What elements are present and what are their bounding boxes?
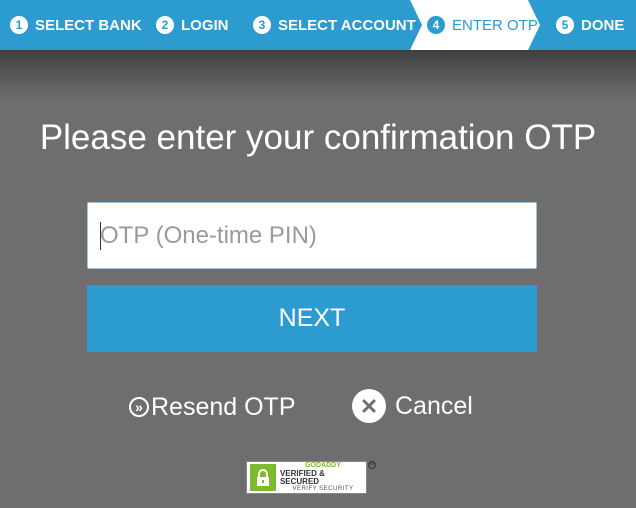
resend-otp-label: Resend OTP xyxy=(151,392,296,421)
step-select-account: 3 SELECT ACCOUNT xyxy=(253,0,416,50)
badge-line3: VERIFY SECURITY xyxy=(292,486,354,493)
step-number: 1 xyxy=(10,16,28,34)
step-select-bank: 1 SELECT BANK xyxy=(10,0,142,50)
step-done: 5 DONE xyxy=(556,0,624,50)
step-label: LOGIN xyxy=(181,16,229,34)
step-number: 2 xyxy=(156,16,174,34)
badge-line2: VERIFIED & SECURED xyxy=(279,468,325,487)
text-caret xyxy=(100,222,101,250)
step-enter-otp: 4 ENTER OTP xyxy=(427,0,538,50)
double-chevron-right-circle-icon: » xyxy=(129,397,149,417)
step-login: 2 LOGIN xyxy=(156,0,229,50)
next-button[interactable]: NEXT xyxy=(87,285,537,352)
cancel-link[interactable]: Cancel xyxy=(352,386,473,426)
page-title: Please enter your confirmation OTP xyxy=(39,118,597,157)
step-number: 4 xyxy=(427,16,445,34)
lock-icon xyxy=(250,464,276,491)
close-circle-icon xyxy=(352,389,386,423)
otp-input[interactable] xyxy=(87,202,537,269)
badge-text: GODADDY VERIFIED & SECURED VERIFY SECURI… xyxy=(280,462,366,492)
step-label: DONE xyxy=(581,16,625,34)
godaddy-security-badge[interactable]: GODADDY VERIFIED & SECURED VERIFY SECURI… xyxy=(246,461,367,494)
step-label: SELECT BANK xyxy=(35,16,142,34)
step-number: 5 xyxy=(556,16,574,34)
registered-mark: R xyxy=(368,461,376,469)
step-progress-bar: 1 SELECT BANK 2 LOGIN 3 SELECT ACCOUNT 4… xyxy=(0,0,636,50)
step-label: SELECT ACCOUNT xyxy=(278,16,416,34)
cancel-label: Cancel xyxy=(395,391,473,420)
resend-otp-link[interactable]: » Resend OTP xyxy=(129,391,296,423)
step-number: 3 xyxy=(253,16,271,34)
header-shadow xyxy=(0,50,636,100)
step-label: ENTER OTP xyxy=(452,16,538,34)
